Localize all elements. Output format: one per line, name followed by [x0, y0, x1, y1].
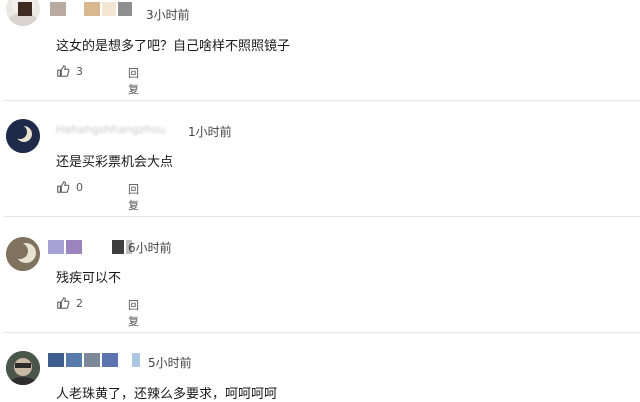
comment-item: 3小时前 这女的是想多了吧？自己啥样不照照镜子 3 回复 — [0, 0, 640, 100]
avatar-image — [6, 119, 40, 153]
comment-time: 6小时前 — [128, 241, 172, 255]
like-button[interactable]: 3 — [56, 64, 83, 78]
username-redacted[interactable] — [18, 2, 132, 16]
comment-text: 还是买彩票机会大点 — [56, 155, 174, 170]
comment-text: 残疾可以不 — [56, 271, 122, 286]
avatar[interactable] — [6, 351, 40, 385]
comment-item: 5小时前 人老珠黄了，还辣么多要求，呵呵呵呵 — [0, 333, 640, 402]
username-redacted[interactable]: Hahahgshhangzhou — [56, 123, 166, 137]
avatar-image — [6, 237, 40, 271]
username-redacted[interactable] — [48, 240, 132, 254]
avatar[interactable] — [6, 237, 40, 271]
reply-button[interactable]: 回复 — [128, 297, 139, 329]
thumbs-up-icon — [57, 65, 70, 77]
thumbs-up-icon — [57, 297, 70, 309]
reply-button[interactable]: 回复 — [128, 65, 139, 97]
like-count: 3 — [76, 64, 83, 78]
thumbs-up-icon — [57, 181, 70, 193]
comment-item: 6小时前 残疾可以不 2 回复 — [0, 217, 640, 332]
comment-text: 人老珠黄了，还辣么多要求，呵呵呵呵 — [56, 387, 278, 402]
like-button[interactable]: 2 — [56, 296, 83, 310]
comment-time: 1小时前 — [188, 125, 232, 139]
like-button[interactable]: 0 — [56, 180, 83, 194]
like-count: 2 — [76, 296, 83, 310]
like-count: 0 — [76, 180, 83, 194]
avatar-image — [6, 351, 40, 385]
comment-item: Hahahgshhangzhou 1小时前 还是买彩票机会大点 0 回复 — [0, 101, 640, 216]
username-redacted[interactable] — [48, 353, 140, 367]
avatar[interactable] — [6, 119, 40, 153]
reply-button[interactable]: 回复 — [128, 181, 139, 213]
comment-time: 5小时前 — [148, 356, 192, 370]
comment-text: 这女的是想多了吧？自己啥样不照照镜子 — [56, 39, 291, 54]
comment-time: 3小时前 — [146, 8, 190, 22]
